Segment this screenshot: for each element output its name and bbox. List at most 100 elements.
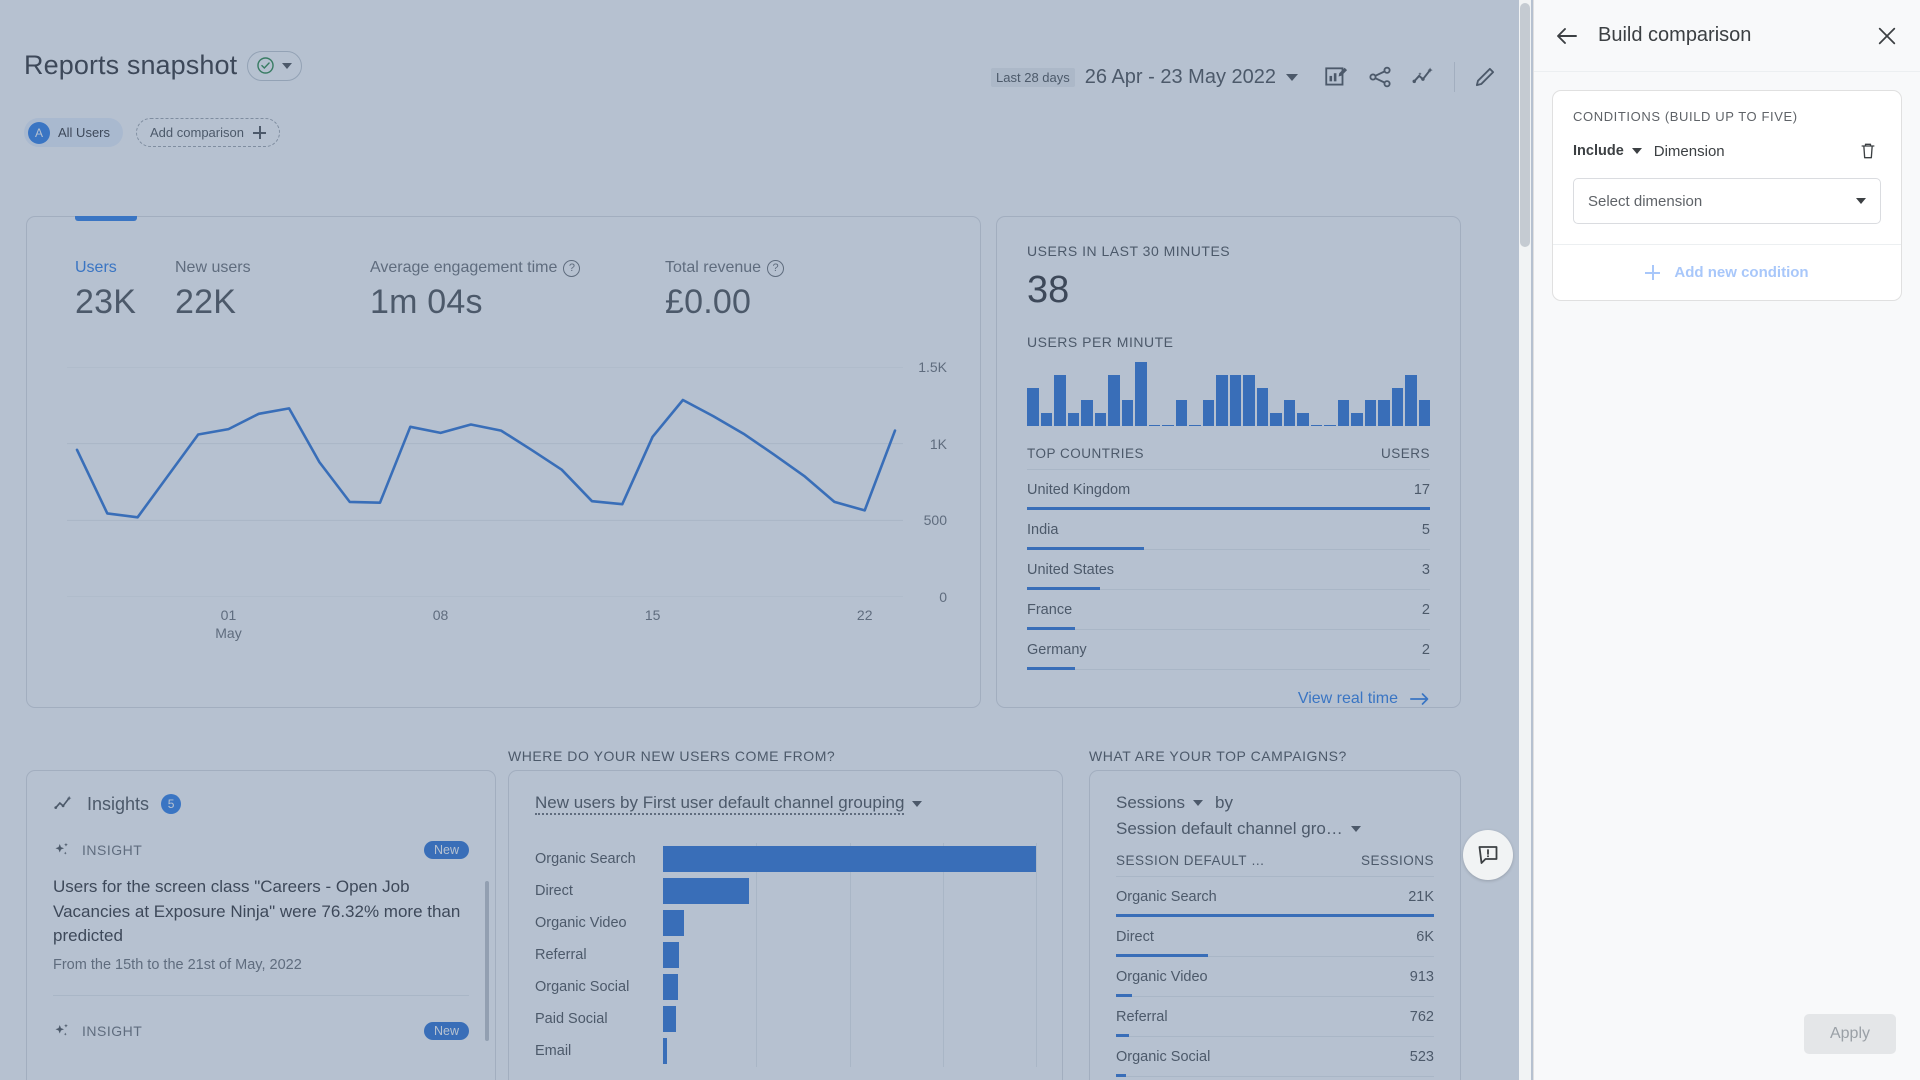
panel-close-button[interactable] <box>1874 23 1900 49</box>
campaigns-dimension-dropdown[interactable]: Session default channel gro… <box>1116 819 1434 839</box>
edit-button[interactable] <box>1463 55 1507 99</box>
table-row[interactable]: Organic Search21K <box>1116 877 1434 917</box>
metric-avg-engagement-time[interactable]: Average engagement time ? 1m 04s <box>370 259 665 322</box>
bar-row[interactable]: Paid Social <box>535 1003 1036 1035</box>
view-realtime-link[interactable]: View real time <box>1027 690 1430 708</box>
plus-icon <box>1645 265 1660 280</box>
bar <box>1270 413 1282 426</box>
insight-item[interactable]: INSIGHT New Users for the screen class "… <box>53 841 469 973</box>
help-icon[interactable]: ? <box>563 260 580 277</box>
bar-label: Referral <box>535 947 663 963</box>
edit-pencil-icon <box>1472 64 1498 90</box>
bar <box>1176 400 1188 426</box>
chip-all-users-label: All Users <box>58 125 110 140</box>
select-dimension-dropdown[interactable]: Select dimension <box>1573 178 1881 224</box>
apply-button[interactable]: Apply <box>1804 1014 1896 1054</box>
bar <box>1122 400 1134 426</box>
insights-scrollbar[interactable] <box>485 881 489 1041</box>
row-value: 6K <box>1416 929 1434 945</box>
bar-row[interactable]: Direct <box>535 875 1036 907</box>
date-range-text[interactable]: 26 Apr - 23 May 2022 <box>1085 66 1276 89</box>
caret-down-icon <box>1856 198 1866 204</box>
channels-dropdown[interactable]: New users by First user default channel … <box>535 793 1036 815</box>
insights-button[interactable] <box>1402 55 1446 99</box>
users-over-time-chart[interactable]: 05001K1.5K 01May081522 <box>67 367 937 657</box>
insight-new-badge: New <box>424 1022 469 1040</box>
campaigns-metric-label: Sessions <box>1116 793 1185 813</box>
include-dropdown[interactable]: Include <box>1573 143 1642 159</box>
add-new-condition-button[interactable]: Add new condition <box>1553 244 1901 300</box>
bar-row[interactable]: Referral <box>535 939 1036 971</box>
scrollbar-thumb[interactable] <box>1520 3 1530 247</box>
table-row[interactable]: United States3 <box>1027 550 1430 590</box>
row-value: 21K <box>1408 889 1434 905</box>
table-row[interactable]: Organic Social523 <box>1116 1037 1434 1077</box>
caret-down-icon <box>1193 800 1203 806</box>
condition-row: Include Dimension <box>1553 134 1901 164</box>
x-axis-tick: 15 <box>645 607 661 623</box>
feedback-button[interactable] <box>1463 830 1513 880</box>
report-header: Reports snapshot A All Users Add compari… <box>0 0 1533 118</box>
panel-header: Build comparison <box>1534 0 1920 72</box>
table-row[interactable]: Direct6K <box>1116 917 1434 957</box>
insights-card: Insights 5 INSIGHT New Users for the <box>26 770 496 1080</box>
metric-users[interactable]: Users 23K <box>75 259 175 322</box>
bar <box>1297 413 1309 426</box>
page-scrollbar[interactable] <box>1519 0 1531 1080</box>
realtime-card: USERS IN LAST 30 MINUTES 38 USERS PER MI… <box>996 216 1461 708</box>
add-comparison-label: Add comparison <box>150 125 244 140</box>
insight-kicker: INSIGHT <box>82 1023 142 1039</box>
add-comparison-button[interactable]: Add comparison <box>136 118 280 147</box>
row-label: Referral <box>1116 1009 1168 1025</box>
bar-row[interactable]: Organic Video <box>535 907 1036 939</box>
comparison-chips: A All Users Add comparison <box>24 118 280 147</box>
panel-body: CONDITIONS (BUILD UP TO FIVE) Include Di… <box>1534 72 1920 301</box>
bar-fill <box>663 846 1036 872</box>
report-status-chip[interactable] <box>247 51 302 81</box>
metric-total-revenue[interactable]: Total revenue ? £0.00 <box>665 259 784 322</box>
section-caption-campaigns: WHAT ARE YOUR TOP CAMPAIGNS? <box>1089 748 1347 764</box>
arrow-left-icon <box>1555 24 1579 48</box>
table-row[interactable]: France2 <box>1027 590 1430 630</box>
bar <box>1189 425 1201 426</box>
bar-track <box>663 1035 1036 1067</box>
bar <box>1041 413 1053 426</box>
table-row[interactable]: United Kingdom17 <box>1027 470 1430 510</box>
caret-down-icon <box>282 63 292 69</box>
caret-down-icon[interactable] <box>1286 74 1298 81</box>
table-row[interactable]: Referral 762 <box>1116 997 1434 1037</box>
metric-new-users[interactable]: New users 22K <box>175 259 370 322</box>
insight-item[interactable]: INSIGHT New <box>53 1022 469 1040</box>
bar-track <box>663 939 1036 971</box>
table-row[interactable]: Organic Video913 <box>1116 957 1434 997</box>
bar-row[interactable]: Organic Search <box>535 843 1036 875</box>
panel-back-button[interactable] <box>1554 23 1580 49</box>
active-tab-indicator <box>75 216 137 221</box>
bar <box>1351 413 1363 426</box>
bar <box>1365 400 1377 426</box>
bar-row[interactable]: Email <box>535 1035 1036 1067</box>
bar <box>1378 400 1390 426</box>
insights-header: Insights 5 <box>53 793 469 815</box>
chip-all-users[interactable]: A All Users <box>24 118 123 147</box>
delete-condition-button[interactable] <box>1855 138 1881 164</box>
channels-dropdown-label: New users by First user default channel … <box>535 793 904 815</box>
row-value: 3 <box>1422 562 1430 578</box>
table-row[interactable]: Germany2 <box>1027 630 1430 670</box>
customize-report-button[interactable] <box>1314 55 1358 99</box>
metric-label: Average engagement time <box>370 259 557 277</box>
table-body: Organic Search21KDirect6KOrganic Video91… <box>1116 877 1434 1077</box>
campaigns-metric-dropdown[interactable]: Sessions by <box>1116 793 1434 813</box>
help-icon[interactable]: ? <box>767 260 784 277</box>
insight-new-badge: New <box>424 841 469 859</box>
bar-row[interactable]: Organic Social <box>535 971 1036 1003</box>
campaigns-by-label: by <box>1215 793 1233 813</box>
row-bar <box>1027 667 1075 670</box>
row-value: 762 <box>1410 1009 1434 1025</box>
metrics-overview-card: Users 23K New users 22K Average engageme… <box>26 216 981 708</box>
table-body: United Kingdom17India5United States3Fran… <box>1027 470 1430 670</box>
bar-label: Organic Search <box>535 851 663 867</box>
table-row[interactable]: India5 <box>1027 510 1430 550</box>
share-button[interactable] <box>1358 55 1402 99</box>
realtime-caption: USERS IN LAST 30 MINUTES <box>1027 243 1430 259</box>
